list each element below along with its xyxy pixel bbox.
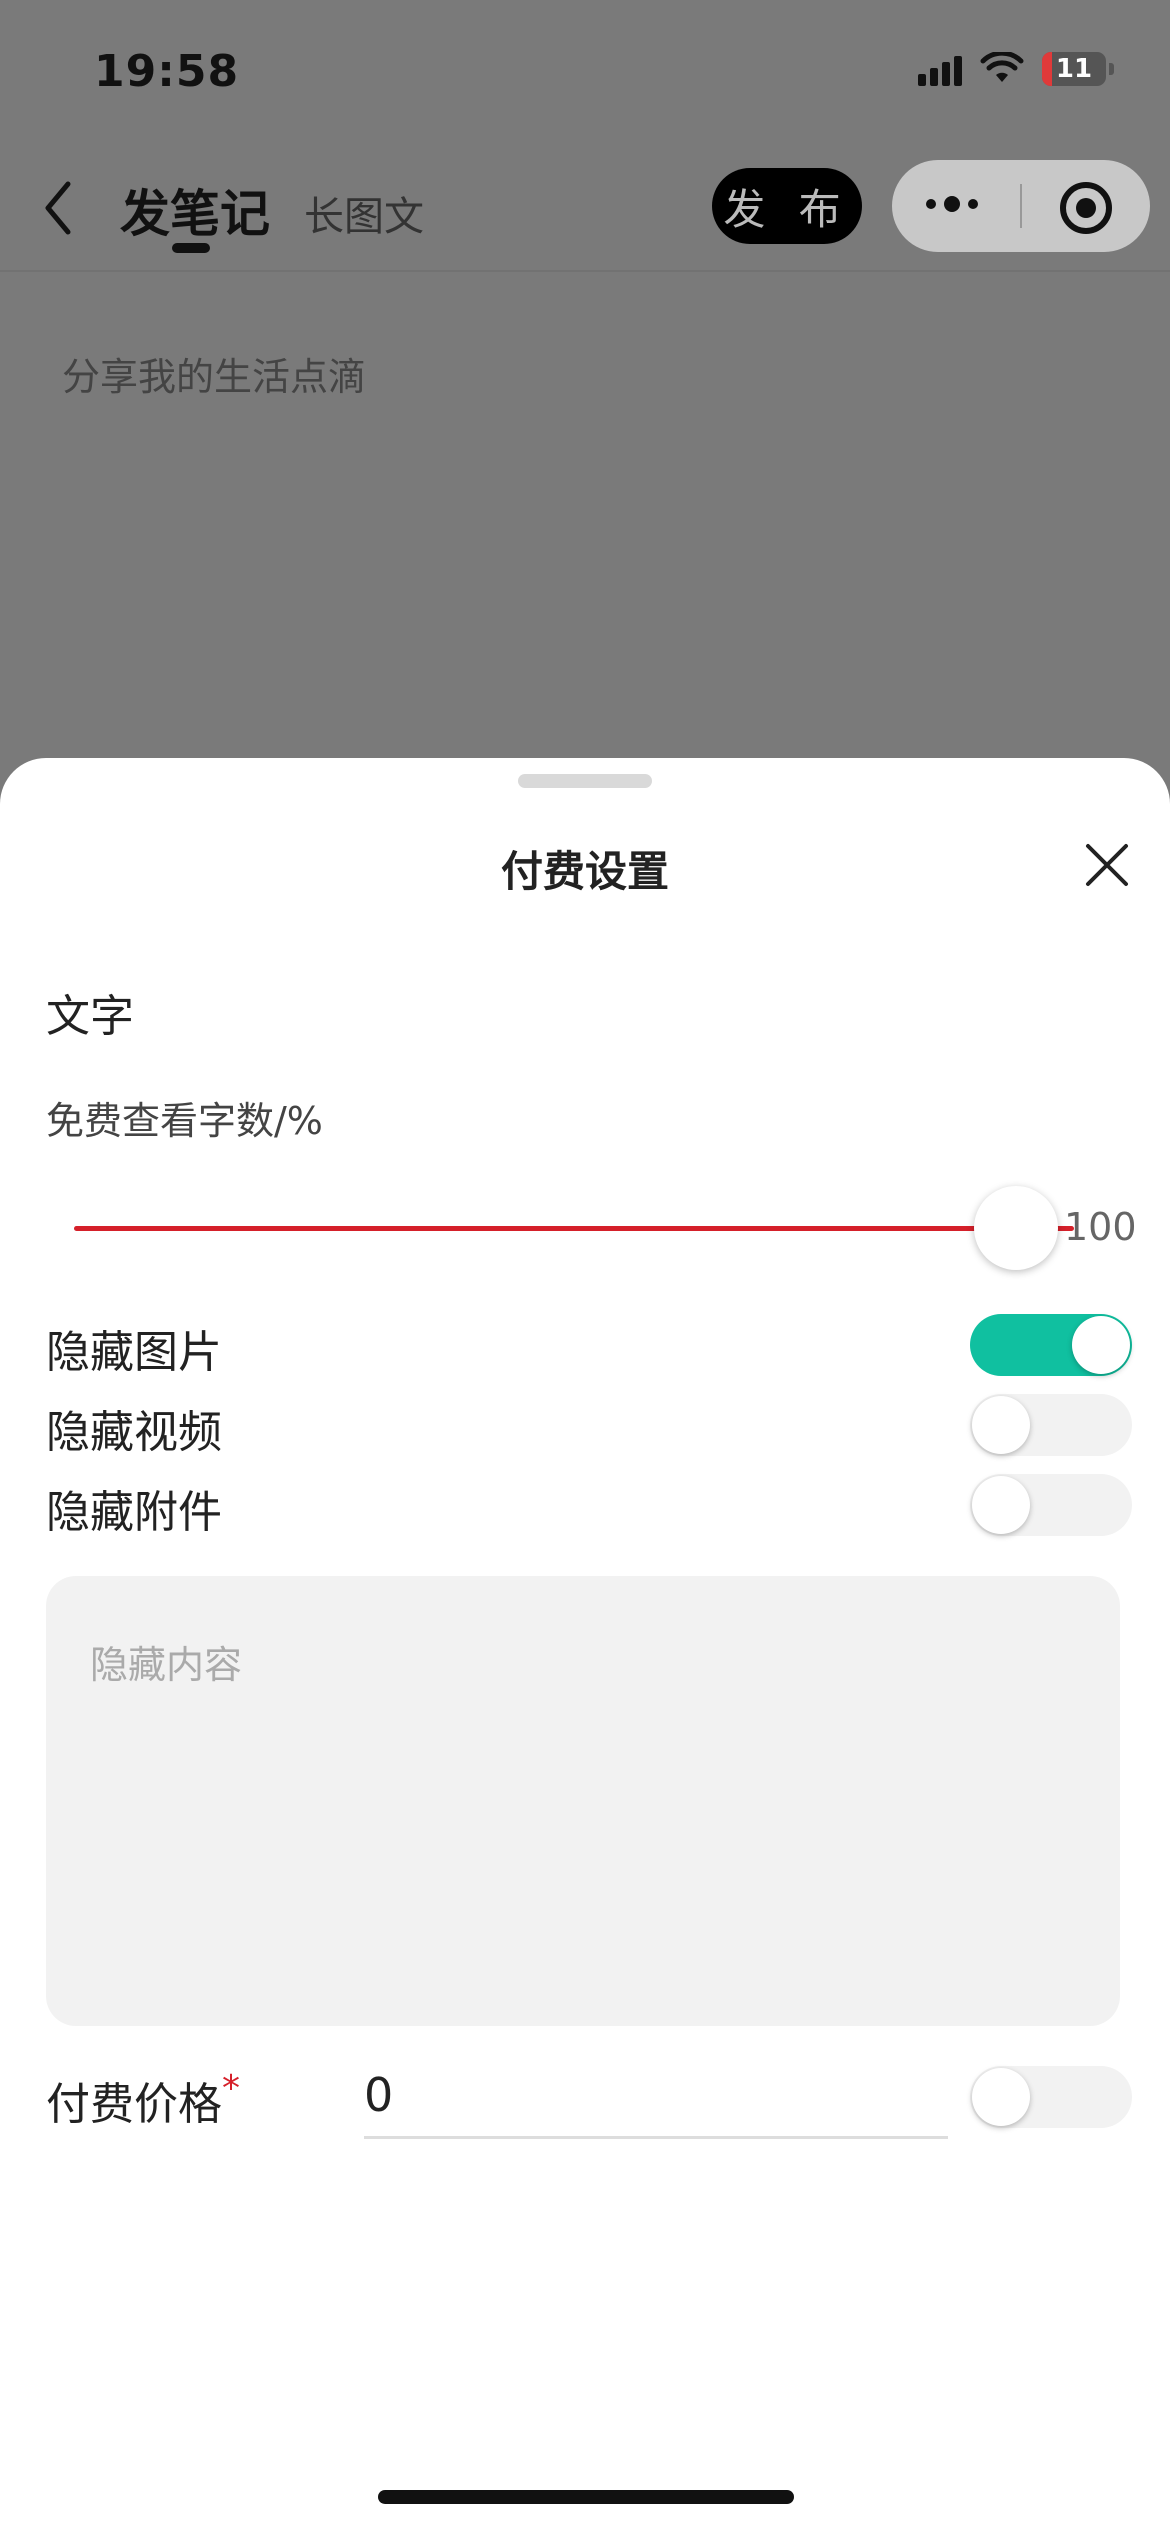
wifi-icon [980,52,1024,82]
required-mark: * [222,2068,240,2109]
back-arrow-icon[interactable] [38,178,78,238]
hide-videos-toggle[interactable] [970,1394,1132,1456]
hide-images-toggle[interactable] [970,1314,1132,1376]
text-section-label: 文字 [46,991,134,1042]
close-icon[interactable] [1082,840,1132,890]
hide-attachments-label: 隐藏附件 [46,1487,222,1538]
capsule-divider [1020,184,1022,228]
header-divider [0,270,1170,272]
toggle-knob [972,2068,1030,2126]
tab-note[interactable]: 发笔记 [120,174,270,246]
cellular-signal-icon [918,52,962,86]
price-toggle[interactable] [970,2066,1132,2128]
toggle-knob [1072,1316,1130,1374]
active-tab-indicator [172,243,210,253]
price-label: 付费价格* [46,2068,240,2132]
publish-button[interactable]: 发 布 [712,168,862,244]
close-miniprogram-icon[interactable] [1060,182,1112,234]
toggle-knob [972,1396,1030,1454]
mini-program-capsule [892,160,1150,252]
sheet-grabber[interactable] [518,774,652,788]
free-view-slider-handle[interactable] [974,1186,1058,1270]
status-icons: 11 [918,52,1114,86]
hide-attachments-toggle[interactable] [970,1474,1132,1536]
battery-level: 11 [1055,54,1093,84]
hide-videos-label: 隐藏视频 [46,1407,222,1458]
hidden-content-placeholder: 隐藏内容 [90,1643,243,1687]
free-view-slider-track[interactable] [74,1226,1074,1231]
price-input[interactable]: 0 [364,2068,393,2122]
home-indicator [378,2490,794,2504]
sheet-title: 付费设置 [500,847,669,896]
free-view-slider-value: 100 [1064,1205,1137,1249]
free-view-caption: 免费查看字数/% [46,1099,323,1143]
toggle-knob [972,1476,1030,1534]
status-time: 19:58 [94,46,240,97]
note-content-placeholder[interactable]: 分享我的生活点滴 [62,346,366,401]
price-input-underline [364,2136,948,2139]
hidden-content-input[interactable]: 隐藏内容 [46,1576,1120,2026]
more-options-icon[interactable] [926,196,978,212]
price-label-text: 付费价格 [46,2079,222,2130]
hide-images-label: 隐藏图片 [46,1327,222,1378]
tab-long-article[interactable]: 长图文 [304,184,424,242]
battery-icon: 11 [1042,52,1114,86]
